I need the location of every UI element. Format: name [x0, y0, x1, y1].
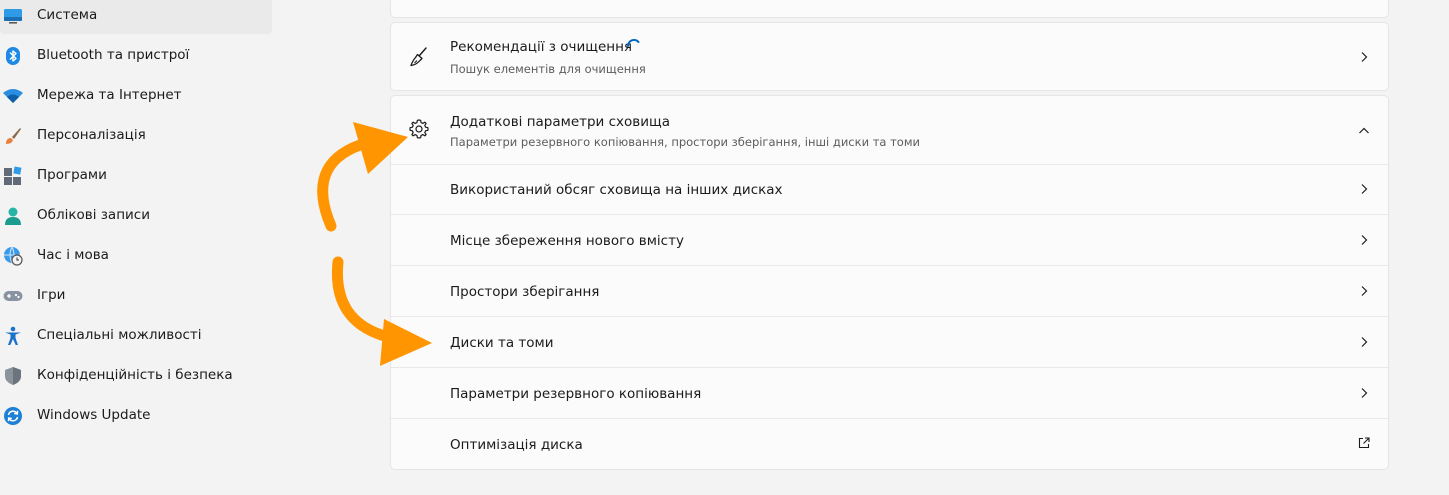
chevron-right-icon [1361, 235, 1368, 245]
bluetooth-icon [6, 47, 20, 65]
loading-spinner-icon [626, 38, 640, 47]
cleanup-recommendations-card[interactable]: Рекомендації з очищення Пошук елементів … [390, 22, 1389, 91]
gear-icon [409, 119, 429, 139]
chevron-right-icon [1361, 337, 1368, 347]
sidebar-item-accounts[interactable]: Облікові записи [0, 198, 272, 234]
storage-used-other-drives-item[interactable]: Використаний обсяг сховища на інших диск… [391, 164, 1388, 215]
list-item-label: Простори зберігання [450, 284, 600, 300]
sidebar-item-label: Bluetooth та пристрої [37, 47, 190, 63]
cleanup-title: Рекомендації з очищення [450, 39, 633, 55]
broom-icon [410, 47, 427, 67]
sidebar-item-label: Облікові записи [37, 207, 150, 223]
monitor-icon [4, 9, 22, 24]
list-item-label: Параметри резервного копіювання [450, 386, 702, 402]
sidebar-item-privacy[interactable]: Конфіденційність і безпека [0, 358, 272, 394]
sidebar-item-label: Windows Update [37, 407, 151, 423]
wifi-icon [3, 89, 23, 103]
advanced-storage-title: Додаткові параметри сховища [450, 114, 671, 130]
sidebar-item-personalization[interactable]: Персоналізація [0, 118, 272, 154]
sidebar-item-label: Спеціальні можливості [37, 327, 202, 343]
apps-icon [4, 166, 22, 185]
chevron-right-icon [1361, 52, 1368, 62]
list-item-label: Місце збереження нового вмісту [450, 233, 684, 249]
advanced-storage-subtitle: Параметри резервного копіювання, простор… [450, 135, 920, 149]
list-item-label: Оптимізація диска [450, 437, 583, 453]
previous-settings-card [390, 0, 1389, 18]
globe-clock-icon [4, 246, 23, 266]
person-icon [5, 207, 21, 225]
brush-icon [6, 128, 21, 144]
chevron-right-icon [1361, 388, 1368, 398]
storage-spaces-item[interactable]: Простори зберігання [391, 266, 1388, 317]
sidebar-item-label: Система [37, 7, 98, 23]
list-item-label: Диски та томи [450, 335, 554, 351]
chevron-up-icon [1359, 127, 1369, 134]
shield-icon [5, 367, 21, 385]
sidebar-item-label: Ігри [37, 287, 66, 303]
sidebar-item-time-language[interactable]: Час і мова [0, 238, 272, 274]
sidebar-item-gaming[interactable]: Ігри [0, 278, 272, 314]
settings-sidebar: Система Bluetooth та пристрої Мережа та … [0, 0, 280, 495]
open-external-icon [1358, 437, 1370, 449]
chevron-right-icon [1361, 184, 1368, 194]
gamepad-icon [3, 291, 23, 301]
sidebar-item-label: Час і мова [37, 247, 109, 263]
chevron-right-icon [1361, 286, 1368, 296]
list-item-label: Використаний обсяг сховища на інших диск… [450, 182, 783, 198]
backup-options-item[interactable]: Параметри резервного копіювання [391, 368, 1388, 419]
sidebar-item-bluetooth[interactable]: Bluetooth та пристрої [0, 38, 272, 74]
sidebar-item-windows-update[interactable]: Windows Update [0, 398, 272, 434]
sidebar-item-label: Персоналізація [37, 127, 146, 143]
new-content-location-item[interactable]: Місце збереження нового вмісту [391, 215, 1388, 266]
sidebar-item-accessibility[interactable]: Спеціальні можливості [0, 318, 272, 354]
sidebar-item-label: Мережа та Інтернет [37, 87, 182, 103]
drive-optimization-item[interactable]: Оптимізація диска [391, 419, 1388, 469]
disks-and-volumes-item[interactable]: Диски та томи [391, 317, 1388, 368]
sidebar-item-label: Програми [37, 167, 107, 183]
cleanup-subtitle: Пошук елементів для очищення [450, 62, 646, 76]
sidebar-item-network[interactable]: Мережа та Інтернет [0, 78, 272, 114]
update-icon [4, 407, 22, 425]
sidebar-item-label: Конфіденційність і безпека [37, 367, 233, 383]
advanced-storage-settings-card: Додаткові параметри сховища Параметри ре… [390, 95, 1389, 470]
sidebar-item-apps[interactable]: Програми [0, 158, 272, 194]
accessibility-icon [5, 326, 21, 345]
sidebar-item-system[interactable]: Система [0, 0, 272, 34]
advanced-storage-header[interactable]: Додаткові параметри сховища Параметри ре… [391, 96, 1388, 165]
